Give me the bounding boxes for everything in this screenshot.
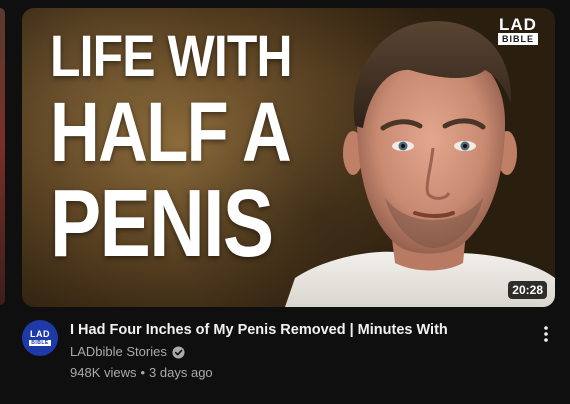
stats-separator: • bbox=[140, 365, 146, 380]
headline-line-3: PENIS bbox=[50, 170, 274, 277]
video-details: LAD BIBLE I Had Four Inches of My Penis … bbox=[22, 320, 555, 390]
more-vert-icon bbox=[544, 326, 548, 342]
view-count: 948K views bbox=[70, 365, 137, 380]
more-options-button[interactable] bbox=[537, 322, 555, 346]
logo-bible-text: BIBLE bbox=[498, 33, 538, 45]
verified-check-icon bbox=[172, 345, 185, 359]
headline-line-2: HALF A bbox=[50, 85, 292, 179]
channel-avatar[interactable]: LAD BIBLE bbox=[22, 320, 58, 356]
video-stats: 948K views • 3 days ago bbox=[70, 363, 510, 383]
logo-lad-text: LAD bbox=[499, 15, 537, 34]
channel-row: LADbible Stories bbox=[70, 342, 510, 362]
thumbnail-person-portrait bbox=[285, 21, 555, 307]
video-title[interactable]: I Had Four Inches of My Penis Removed | … bbox=[70, 320, 510, 340]
headline-line-1: LIFE WITH bbox=[50, 24, 292, 89]
video-duration-badge: 20:28 bbox=[508, 281, 547, 299]
video-meta: I Had Four Inches of My Penis Removed | … bbox=[70, 320, 510, 383]
ladbible-logo: LAD BIBLE bbox=[493, 16, 543, 50]
upload-age: 3 days ago bbox=[149, 365, 213, 380]
avatar-lad-text: LAD bbox=[30, 329, 50, 339]
video-thumbnail[interactable]: LIFE WITH HALF A PENIS LAD BIBLE 20:28 bbox=[22, 8, 555, 307]
channel-name[interactable]: LADbible Stories bbox=[70, 342, 167, 362]
avatar-bible-text: BIBLE bbox=[29, 340, 51, 346]
video-feed: LIFE WITH HALF A PENIS LAD BIBLE 20:28 L… bbox=[0, 0, 570, 404]
previous-video-thumbnail-edge[interactable] bbox=[0, 8, 5, 305]
